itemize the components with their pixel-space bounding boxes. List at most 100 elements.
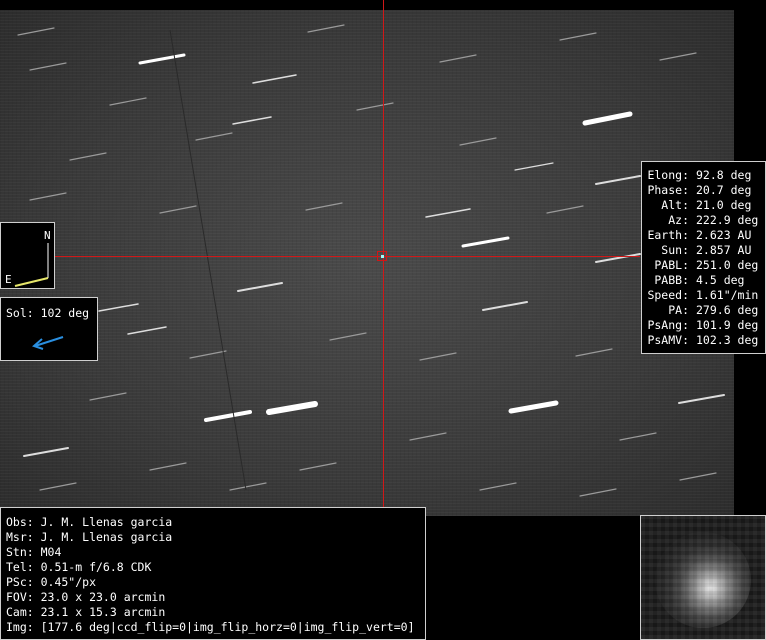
ephemeris-row: Earth: 2.623 AU [642,228,761,243]
star-streak [149,462,187,471]
ephemeris-value: 1.61"/min [696,288,759,302]
ephemeris-value: 92.8 deg [696,168,752,182]
star-streak [409,432,447,441]
star-streak [307,24,345,33]
star-streak [479,482,517,491]
star-streak [482,301,528,311]
east-label: E [5,273,12,286]
star-streak [678,394,725,404]
star-streak [659,52,697,61]
east-arrow [14,277,49,287]
star-streak [619,432,657,441]
ephemeris-row: Elong: 92.8 deg [642,168,761,183]
thumbnail-noise [641,516,765,639]
star-streak [229,482,267,491]
star-streak [329,332,367,341]
star-streak [39,482,77,491]
star-streak [299,462,337,471]
star-streak [425,208,471,218]
star-streak [89,392,127,401]
ephemeris-row: Sun: 2.857 AU [642,243,761,258]
ephemeris-key: Alt: [661,198,689,212]
sun-arrow-icon [32,336,64,350]
observation-line: Msr: J. M. Llenas garcia [6,530,173,544]
ephemeris-key: Az: [668,213,689,227]
star-streak [419,352,457,361]
observation-line: FOV: 23.0 x 23.0 arcmin [6,590,166,604]
ephemeris-value: 21.0 deg [696,198,752,212]
crosshair-horizontal [0,256,640,257]
star-streak [159,205,197,214]
ephemeris-row: PABL: 251.0 deg [642,258,761,273]
ephemeris-value: 279.6 deg [696,303,759,317]
star-streak [356,102,394,111]
ephemeris-row: PsAMV: 102.3 deg [642,333,761,348]
ephemeris-row: Alt: 21.0 deg [642,198,761,213]
ephemeris-key: Speed: [647,288,689,302]
observation-line: Tel: 0.51-m f/6.8 CDK [6,560,152,574]
sky-image[interactable] [0,10,734,516]
star-streaks [17,24,727,497]
ephemeris-row: PsAng: 101.9 deg [642,318,761,333]
observation-info-panel: Obs: J. M. Llenas garcia Msr: J. M. Llena… [0,507,426,640]
star-streak [439,54,477,63]
ephemeris-value: 251.0 deg [696,258,759,272]
ephemeris-value: 4.5 deg [696,273,745,287]
star-streak [508,400,559,414]
ephemeris-value: 2.623 AU [696,228,752,242]
star-streak [29,62,67,71]
star-streak [459,137,497,146]
ephemeris-row: Phase: 20.7 deg [642,183,761,198]
observation-line: PSc: 0.45"/px [6,575,97,589]
ephemeris-key: PsAng: [647,318,689,332]
ephemeris-value: 222.9 deg [696,213,759,227]
star-streak [204,410,252,422]
ephemeris-value: 20.7 deg [696,183,752,197]
observation-line: Img: [177.6 deg|ccd_flip=0|img_flip_horz… [6,620,415,634]
star-streak [109,97,147,106]
observation-line: Cam: 23.1 x 15.3 arcmin [6,605,166,619]
star-streak [29,192,67,201]
ephemeris-panel: Elong: 92.8 deg Phase: 20.7 deg Alt: 21.0 deg… [641,161,766,354]
star-streak [679,472,717,481]
star-streak [195,132,233,141]
star-streak [305,202,343,211]
star-streak [575,348,613,357]
compass-arrows: N E [5,229,51,287]
ephemeris-value: 2.857 AU [696,243,752,257]
target-object [381,255,384,258]
star-streak [23,447,69,457]
star-streak [189,350,227,359]
star-streak [514,162,554,171]
star-streak [266,401,318,415]
star-streak [237,282,283,292]
star-streak [127,326,167,335]
ephemeris-value: 102.3 deg [696,333,759,347]
orientation-compass: N E [0,222,55,289]
star-streak [98,303,139,312]
star-streak [252,74,297,84]
star-streak [579,488,617,497]
ephemeris-row: PABB: 4.5 deg [642,273,761,288]
star-streak [461,236,510,248]
ephemeris-key: PABB: [654,273,689,287]
target-thumbnail [640,515,766,640]
star-streak [69,152,107,161]
ephemeris-value: 101.9 deg [696,318,759,332]
ephemeris-row: PA: 279.6 deg [642,303,761,318]
ephemeris-key: Elong: [647,168,689,182]
observation-line: Obs: J. M. Llenas garcia [6,515,173,529]
ephemeris-key: Sun: [661,243,689,257]
ephemeris-key: PA: [668,303,689,317]
ephemeris-key: Earth: [647,228,689,242]
star-streak [232,116,272,125]
star-streak [559,32,597,41]
image-edge [735,0,766,160]
ephemeris-row: Az: 222.9 deg [642,213,761,228]
ephemeris-row: Speed: 1.61"/min [642,288,761,303]
star-streak [138,53,186,65]
star-streak [546,205,584,214]
ephemeris-key: PsAMV: [647,333,689,347]
star-streak [17,27,55,36]
observation-line: Stn: M04 [6,545,62,559]
